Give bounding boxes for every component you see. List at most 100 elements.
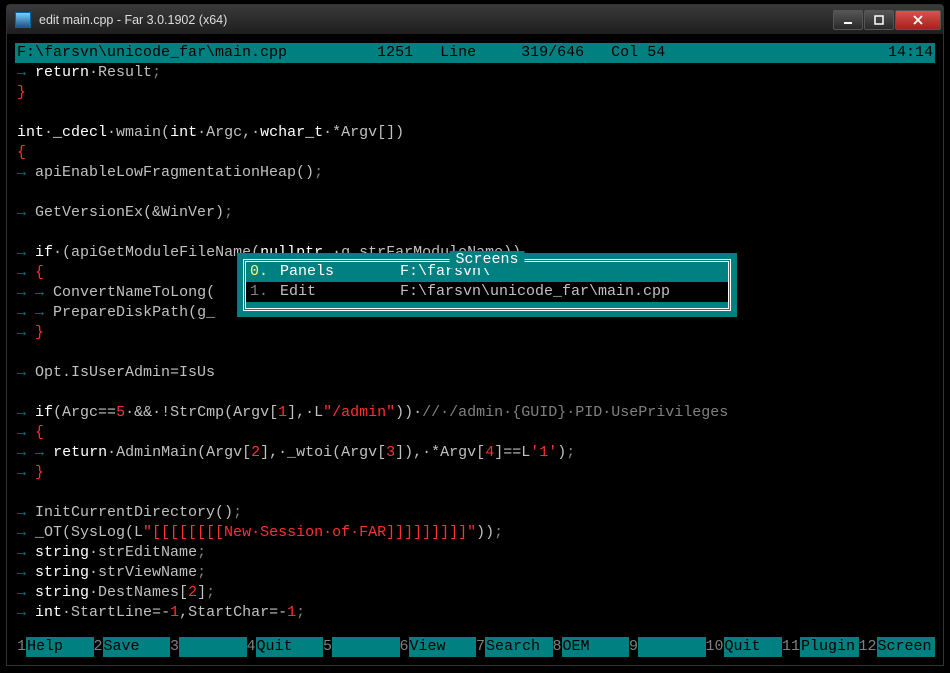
code-line[interactable]: [17, 223, 933, 243]
keybar-number: 1: [17, 637, 26, 657]
code-line[interactable]: → → return·AdminMain(Argv[2],·_wtoi(Argv…: [17, 443, 933, 463]
keybar-label: Plugin: [800, 637, 858, 657]
keybar-label: Quit: [724, 637, 782, 657]
keybar-number: 2: [94, 637, 103, 657]
screens-list-item[interactable]: 1. EditF:\farsvn\unicode_far\main.cpp: [246, 282, 728, 302]
indent-arrow-icon: →: [35, 444, 44, 461]
code-line[interactable]: int·_cdecl·wmain(int·Argc,·wchar_t·*Argv…: [17, 123, 933, 143]
code-line[interactable]: → if(Argc==5·&&·!StrCmp(Argv[1],·L"/admi…: [17, 403, 933, 423]
indent-arrow-icon: →: [17, 404, 26, 421]
keybar-label: OEM: [562, 637, 629, 657]
indent-arrow-icon: →: [17, 264, 26, 281]
code-line[interactable]: → {: [17, 423, 933, 443]
status-col-label: Col: [611, 43, 638, 63]
keybar-label: Search: [485, 637, 552, 657]
keybar-label: [638, 637, 705, 657]
titlebar[interactable]: edit main.cpp - Far 3.0.1902 (x64): [7, 5, 943, 35]
keybar-label: [179, 637, 246, 657]
screens-dialog: Screens 0. PanelsF:\farsvn\ 1. EditF:\fa…: [237, 253, 737, 317]
indent-arrow-icon: →: [17, 164, 26, 181]
keybar-search[interactable]: 7Search: [476, 637, 553, 657]
code-line[interactable]: → apiEnableLowFragmentationHeap();: [17, 163, 933, 183]
window-controls: [832, 10, 941, 30]
keybar-number: 9: [629, 637, 638, 657]
keybar-number: 8: [553, 637, 562, 657]
keybar-number: 7: [476, 637, 485, 657]
editor-viewport[interactable]: → return·Result;} int·_cdecl·wmain(int·Ar…: [15, 63, 935, 637]
editor-status-bar: F:\farsvn\unicode_far\main.cpp 1251 Line…: [15, 43, 935, 63]
code-line[interactable]: {: [17, 143, 933, 163]
keybar-[interactable]: 5: [323, 637, 400, 657]
keybar-label: Help: [26, 637, 93, 657]
indent-arrow-icon: →: [17, 504, 26, 521]
keybar-number: 6: [400, 637, 409, 657]
maximize-icon: [874, 15, 884, 25]
code-line[interactable]: → }: [17, 323, 933, 343]
code-line[interactable]: → string·strEditName;: [17, 543, 933, 563]
code-line[interactable]: → Opt.IsUserAdmin=IsUs: [17, 363, 933, 383]
indent-arrow-icon: →: [17, 564, 26, 581]
app-icon: [15, 12, 31, 28]
indent-arrow-icon: →: [35, 304, 44, 321]
code-line[interactable]: → string·strViewName;: [17, 563, 933, 583]
key-bar: 1Help2Save34Quit56View7Search8OEM910Quit…: [15, 637, 935, 657]
code-line[interactable]: [17, 183, 933, 203]
status-size: 1251: [377, 43, 413, 63]
indent-arrow-icon: →: [17, 284, 26, 301]
indent-arrow-icon: →: [35, 284, 44, 301]
code-line[interactable]: [17, 343, 933, 363]
status-path: F:\farsvn\unicode_far\main.cpp: [17, 43, 287, 63]
keybar-number: 11: [782, 637, 800, 657]
code-line[interactable]: [17, 103, 933, 123]
keybar-label: View: [409, 637, 476, 657]
keybar-view[interactable]: 6View: [400, 637, 477, 657]
code-line[interactable]: → _OT(SysLog(L"[[[[[[[[New·Session·of·FA…: [17, 523, 933, 543]
code-line[interactable]: }: [17, 83, 933, 103]
keybar-number: 5: [323, 637, 332, 657]
code-line[interactable]: [17, 483, 933, 503]
keybar-[interactable]: 3: [170, 637, 247, 657]
keybar-number: 12: [859, 637, 877, 657]
status-time: 14:14: [888, 43, 933, 63]
indent-arrow-icon: →: [17, 64, 26, 81]
client-area: F:\farsvn\unicode_far\main.cpp 1251 Line…: [15, 43, 935, 657]
indent-arrow-icon: →: [17, 544, 26, 561]
code-line[interactable]: → InitCurrentDirectory();: [17, 503, 933, 523]
maximize-button[interactable]: [864, 10, 894, 30]
keybar-oem[interactable]: 8OEM: [553, 637, 630, 657]
minimize-button[interactable]: [833, 10, 863, 30]
code-line[interactable]: → }: [17, 463, 933, 483]
indent-arrow-icon: →: [17, 424, 26, 441]
status-col: 54: [647, 43, 665, 63]
indent-arrow-icon: →: [17, 584, 26, 601]
keybar-number: 4: [247, 637, 256, 657]
code-line[interactable]: → string·DestNames[2];: [17, 583, 933, 603]
keybar-screen[interactable]: 12Screen: [859, 637, 936, 657]
keybar-[interactable]: 9: [629, 637, 706, 657]
indent-arrow-icon: →: [17, 604, 26, 621]
indent-arrow-icon: →: [17, 244, 26, 261]
indent-arrow-icon: →: [17, 464, 26, 481]
keybar-label: Screen: [877, 637, 935, 657]
status-line-pos: 319/646: [521, 43, 584, 63]
keybar-label: Quit: [256, 637, 323, 657]
keybar-plugin[interactable]: 11Plugin: [782, 637, 859, 657]
status-line-label: Line: [440, 43, 476, 63]
indent-arrow-icon: →: [17, 524, 26, 541]
code-line[interactable]: → int·StartLine=-1,StartChar=-1;: [17, 603, 933, 623]
code-line[interactable]: → GetVersionEx(&WinVer);: [17, 203, 933, 223]
keybar-help[interactable]: 1Help: [17, 637, 94, 657]
screens-item-label: Panels: [280, 262, 400, 282]
close-button[interactable]: [895, 10, 941, 30]
indent-arrow-icon: →: [17, 364, 26, 381]
dialog-frame: Screens 0. PanelsF:\farsvn\ 1. EditF:\fa…: [243, 259, 731, 311]
code-line[interactable]: → return·Result;: [17, 63, 933, 83]
screens-item-number: 0.: [250, 262, 280, 282]
window-title: edit main.cpp - Far 3.0.1902 (x64): [39, 13, 832, 27]
code-line[interactable]: [17, 383, 933, 403]
keybar-quit[interactable]: 4Quit: [247, 637, 324, 657]
keybar-save[interactable]: 2Save: [94, 637, 171, 657]
keybar-label: [332, 637, 399, 657]
keybar-quit[interactable]: 10Quit: [706, 637, 783, 657]
keybar-label: Save: [103, 637, 170, 657]
